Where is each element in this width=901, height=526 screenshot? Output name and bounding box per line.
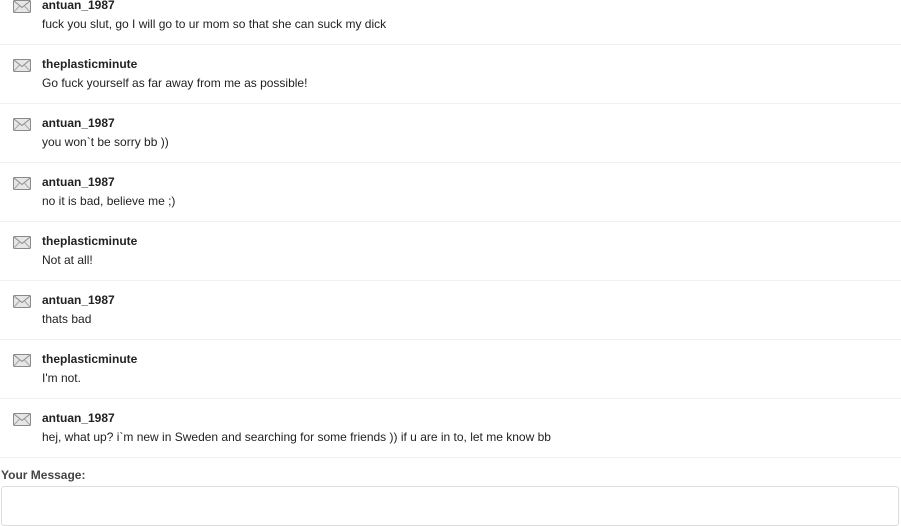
message-body: hej, what up? i`m new in Sweden and sear… (42, 430, 551, 444)
message-item: antuan_1987 thats bad (0, 282, 901, 340)
message-item: antuan_1987 no it is bad, believe me ;) (0, 164, 901, 222)
message-sender[interactable]: theplasticminute (42, 234, 137, 248)
message-input[interactable] (1, 486, 899, 526)
message-item: antuan_1987 you won`t be sorry bb )) (0, 105, 901, 163)
message-item: theplasticminute Go fuck yourself as far… (0, 46, 901, 104)
message-item: theplasticminute I'm not. (0, 341, 901, 399)
message-item: antuan_1987 hej, what up? i`m new in Swe… (0, 400, 901, 458)
envelope-icon (13, 354, 31, 367)
message-body: I'm not. (42, 371, 81, 385)
message-sender[interactable]: theplasticminute (42, 57, 137, 71)
envelope-icon (13, 118, 31, 131)
message-item: antuan_1987 fuck you slut, go I will go … (0, 0, 901, 45)
message-sender[interactable]: antuan_1987 (42, 175, 115, 189)
envelope-icon (13, 177, 31, 190)
message-body: thats bad (42, 312, 92, 326)
message-sender[interactable]: antuan_1987 (42, 116, 115, 130)
message-sender[interactable]: antuan_1987 (42, 293, 115, 307)
message-item: theplasticminute Not at all! (0, 223, 901, 281)
message-body: Go fuck yourself as far away from me as … (42, 76, 308, 90)
envelope-icon (13, 413, 31, 426)
message-body: you won`t be sorry bb )) (42, 135, 169, 149)
message-body: fuck you slut, go I will go to ur mom so… (42, 17, 387, 31)
message-sender[interactable]: antuan_1987 (42, 411, 115, 425)
envelope-icon (13, 236, 31, 249)
your-message-label: Your Message: (1, 468, 86, 482)
envelope-icon (13, 0, 31, 13)
message-sender[interactable]: antuan_1987 (42, 0, 115, 12)
message-thread: antuan_1987 fuck you slut, go I will go … (0, 0, 901, 459)
message-body: Not at all! (42, 253, 93, 267)
message-body: no it is bad, believe me ;) (42, 194, 176, 208)
envelope-icon (13, 295, 31, 308)
message-sender[interactable]: theplasticminute (42, 352, 137, 366)
envelope-icon (13, 59, 31, 72)
